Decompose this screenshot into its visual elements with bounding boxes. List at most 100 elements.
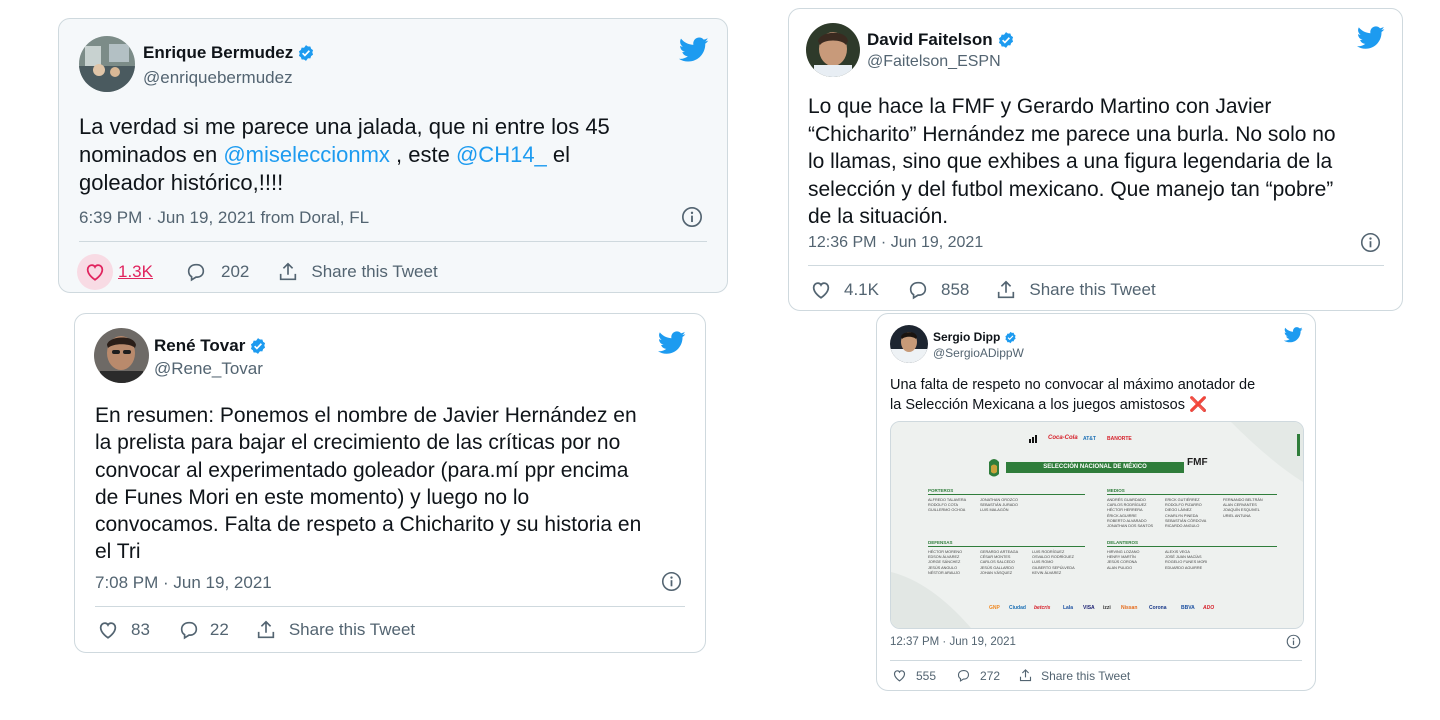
share-label: Share this Tweet	[1029, 280, 1156, 299]
section-divider	[1107, 546, 1277, 547]
reply-icon	[957, 669, 970, 682]
author-name[interactable]: René Tovar	[154, 336, 267, 356]
tweet-text: En resumen: Ponemos el nombre de Javier …	[95, 404, 642, 564]
sponsor-logo: Coca-Cola	[1048, 435, 1078, 441]
tweet-text: Lo que hace la FMF y Gerardo Martino con…	[808, 95, 1336, 228]
reply-button[interactable]: 202	[185, 261, 249, 283]
roster-player-name: EDSON ÁLVAREZ	[928, 555, 960, 560]
avatar[interactable]	[79, 36, 135, 92]
roster-player-name: JESÚS GALLARDO	[980, 565, 1014, 570]
sponsor-logo: betcris	[1034, 605, 1051, 611]
reply-button[interactable]: 272	[956, 668, 1000, 683]
roster-player-name: ANDRÉS GUARDADO	[1107, 498, 1146, 502]
verified-badge-icon	[251, 338, 266, 354]
tweet-timestamp[interactable]: 12:37 PM · Jun 19, 2021	[890, 636, 1016, 648]
mention-link[interactable]: @miseleccionmx	[223, 142, 390, 167]
share-icon	[257, 620, 275, 639]
info-icon[interactable]	[661, 571, 682, 592]
like-button[interactable]: 555	[892, 668, 936, 683]
roster-player-name: HÉCTOR MORENO	[928, 550, 963, 554]
heart-icon	[99, 622, 117, 639]
section-divider	[1107, 494, 1277, 495]
roster-player-name: CHARLYN PINEDA	[1165, 513, 1199, 518]
roster-title: SELECCIÓN NACIONAL DE MÉXICO	[1006, 462, 1184, 473]
tweet-card[interactable]: David Faitelson @Faitelson_ESPN Lo que h…	[788, 8, 1403, 311]
twitter-bird-icon[interactable]	[658, 331, 686, 355]
tweet-actions: 4.1K 858 Share this Tweet	[810, 279, 1156, 301]
tweet-timestamp[interactable]: 12:36 PM · Jun 19, 2021	[808, 234, 983, 252]
heart-icon	[77, 254, 113, 290]
roster-player-name: GILBERTO SEPÚLVEDA	[1032, 565, 1075, 570]
roster-player-name: JOHAN VÁSQUEZ	[980, 570, 1013, 575]
tweet-image-roster[interactable]: Coca-Cola AT&T BANORTE SELECCIÓN NACIONA…	[890, 421, 1304, 629]
like-button[interactable]: 1.3K	[77, 254, 153, 290]
section-label: MEDIOS	[1107, 488, 1125, 493]
tweet-text: La verdad si me parece una jalada, que n…	[79, 113, 699, 197]
divider	[808, 265, 1384, 266]
like-button[interactable]: 83	[97, 619, 150, 641]
verified-badge-icon	[299, 45, 314, 61]
info-icon[interactable]	[681, 206, 703, 228]
tweet-timestamp[interactable]: 6:39 PM · Jun 19, 2021 from Doral, FL	[79, 208, 369, 228]
mention-link[interactable]: @CH14_	[456, 142, 547, 167]
twitter-bird-icon[interactable]	[679, 37, 709, 63]
verified-badge-icon	[1005, 331, 1016, 343]
tweet-timestamp[interactable]: 7:08 PM · Jun 19, 2021	[95, 573, 272, 593]
author-name-text[interactable]: David Faitelson	[867, 30, 993, 50]
author-name[interactable]: Enrique Bermudez	[143, 43, 315, 63]
author-handle[interactable]: @Faitelson_ESPN	[867, 53, 1001, 71]
avatar[interactable]	[806, 23, 860, 77]
author-handle[interactable]: @enriquebermudez	[143, 68, 293, 88]
tweet-card[interactable]: Enrique Bermudez @enriquebermudez La ver…	[58, 18, 728, 293]
divider	[79, 241, 707, 242]
author-name-text[interactable]: Sergio Dipp	[933, 330, 1000, 344]
roster-player-name: JESÚS CORONA	[1107, 560, 1137, 565]
info-icon[interactable]	[1360, 232, 1381, 253]
reply-button[interactable]: 858	[907, 279, 969, 301]
roster-player-name: ALAN CERVANTES	[1223, 503, 1257, 508]
avatar[interactable]	[94, 328, 149, 383]
tweet-text-segment: , este	[389, 142, 456, 167]
twitter-bird-icon[interactable]	[1284, 327, 1303, 343]
divider	[890, 660, 1302, 661]
author-name[interactable]: Sergio Dipp	[933, 330, 1017, 344]
roster-player-name: LUIS RODRÍGUEZ	[1032, 550, 1065, 554]
tweet-card[interactable]: René Tovar @Rene_Tovar En resumen: Ponem…	[74, 313, 706, 653]
like-button[interactable]: 4.1K	[810, 279, 879, 301]
sponsor-logo: AT&T	[1083, 436, 1096, 442]
share-button[interactable]: Share this Tweet	[277, 261, 438, 283]
sponsor-logo: Ciudad	[1009, 605, 1026, 611]
tweet-card[interactable]: Sergio Dipp @SergioADippW Una falta de r…	[876, 313, 1316, 691]
author-handle[interactable]: @Rene_Tovar	[154, 359, 263, 379]
reply-button[interactable]: 22	[178, 619, 229, 641]
share-label: Share this Tweet	[1041, 668, 1131, 683]
share-button[interactable]: Share this Tweet	[255, 619, 415, 641]
author-handle[interactable]: @SergioADippW	[933, 346, 1024, 360]
roster-player-name: ERICK GUTIÉRREZ	[1165, 498, 1200, 502]
roster-player-name: JOSÉ JUAN MACÍAS	[1165, 555, 1202, 560]
sponsor-logo: GNP	[989, 605, 1000, 611]
roster-player-name: SEBASTIÁN JURADO	[980, 503, 1018, 508]
sponsor-logo: ADO	[1203, 605, 1215, 611]
author-name[interactable]: David Faitelson	[867, 30, 1015, 50]
share-button[interactable]: Share this Tweet	[995, 279, 1156, 301]
like-count[interactable]: 1.3K	[118, 262, 153, 282]
like-count: 555	[916, 668, 937, 683]
roster-player-name: ALFREDO TALAVERA	[928, 498, 967, 502]
author-name-text[interactable]: René Tovar	[154, 336, 245, 356]
reply-icon	[187, 263, 205, 282]
avatar[interactable]	[890, 325, 928, 363]
share-button[interactable]: Share this Tweet	[1018, 668, 1130, 683]
author-name-text[interactable]: Enrique Bermudez	[143, 43, 293, 63]
roster-player-name: EDUARDO AGUIRRE	[1165, 565, 1203, 570]
roster-player-name: OSVALDO RODRÍGUEZ	[1032, 555, 1074, 560]
info-icon[interactable]	[1286, 634, 1301, 649]
section-divider	[928, 494, 1085, 495]
roster-player-name: ALEXIS VEGA	[1165, 550, 1190, 554]
reply-count: 202	[220, 262, 250, 281]
twitter-bird-icon[interactable]	[1357, 26, 1385, 50]
share-icon	[998, 280, 1015, 299]
share-label: Share this Tweet	[311, 262, 438, 281]
roster-player-name: GUILLERMO OCHOA	[928, 508, 966, 513]
roster-player-name: RODOLFO COTA	[928, 503, 959, 508]
